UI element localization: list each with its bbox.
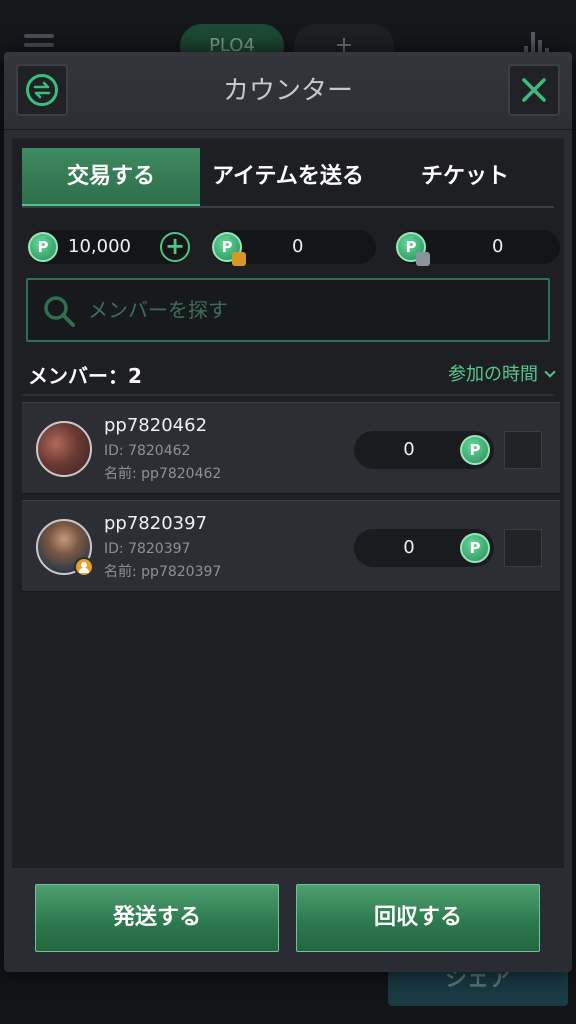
own-balance-pill: P 10,000 + bbox=[28, 230, 190, 264]
divider bbox=[22, 394, 554, 396]
dialog-footer: 発送する 回収する bbox=[4, 868, 572, 972]
collect-button[interactable]: 回収する bbox=[296, 884, 540, 952]
search-input[interactable] bbox=[88, 280, 528, 340]
member-checkbox[interactable] bbox=[504, 529, 542, 567]
screen: PLO4 + シェア カウンター 交易する アイテムを送る チケット P 10,… bbox=[0, 0, 576, 1024]
club-balance-pill: P 0 bbox=[396, 230, 560, 266]
amount-input[interactable]: 0 P bbox=[354, 431, 494, 469]
chevron-down-icon bbox=[544, 366, 556, 378]
agent-balance-pill: P 0 bbox=[212, 230, 376, 266]
close-button[interactable] bbox=[508, 64, 560, 116]
member-row[interactable]: pp7820397 ID: 7820397 名前: pp7820397 0 P bbox=[22, 500, 560, 592]
tab-tickets[interactable]: チケット bbox=[376, 148, 554, 206]
p-coin-club-icon: P bbox=[396, 232, 430, 266]
background-top-bar bbox=[0, 0, 576, 60]
amount-value: 0 bbox=[403, 439, 415, 460]
member-checkbox[interactable] bbox=[504, 431, 542, 469]
member-row[interactable]: pp7820462 ID: 7820462 名前: pp7820462 0 P bbox=[22, 402, 560, 494]
avatar bbox=[36, 421, 92, 477]
member-id: ID: 7820397 bbox=[104, 541, 191, 557]
search-icon bbox=[44, 296, 75, 327]
tab-trade[interactable]: 交易する bbox=[22, 148, 200, 206]
agent-balance-value: 0 bbox=[292, 236, 304, 257]
send-button[interactable]: 発送する bbox=[35, 884, 279, 952]
p-coin-agent-icon: P bbox=[212, 232, 246, 266]
p-coin-icon: P bbox=[460, 435, 490, 465]
p-coin-icon: P bbox=[28, 232, 58, 262]
member-id: ID: 7820462 bbox=[104, 443, 191, 459]
group-badge-icon bbox=[416, 252, 430, 266]
tab-bar: 交易する アイテムを送る チケット bbox=[22, 148, 554, 208]
swap-arrows-icon bbox=[26, 74, 58, 106]
member-username: pp7820462 bbox=[104, 415, 208, 436]
sort-dropdown[interactable]: 参加の時間 bbox=[448, 360, 556, 386]
sort-label: 参加の時間 bbox=[448, 364, 538, 385]
content-panel: 交易する アイテムを送る チケット P 10,000 + P 0 P 0 メンバ… bbox=[12, 138, 564, 868]
amount-value: 0 bbox=[403, 537, 415, 558]
own-balance-value: 10,000 bbox=[68, 236, 131, 257]
member-username: pp7820397 bbox=[104, 513, 208, 534]
dialog-header: カウンター bbox=[4, 52, 572, 130]
tab-send-items[interactable]: アイテムを送る bbox=[200, 148, 376, 206]
dialog-title: カウンター bbox=[222, 76, 353, 106]
hamburger-menu-icon bbox=[24, 34, 54, 52]
member-search-box[interactable] bbox=[26, 278, 550, 342]
host-badge-icon bbox=[74, 557, 94, 577]
add-chips-button[interactable]: + bbox=[160, 232, 190, 262]
members-count-label: メンバー：2 bbox=[28, 364, 142, 388]
amount-input[interactable]: 0 P bbox=[354, 529, 494, 567]
member-name: 名前: pp7820462 bbox=[104, 466, 222, 482]
swap-button[interactable] bbox=[16, 64, 68, 116]
member-name: 名前: pp7820397 bbox=[104, 564, 222, 580]
counter-dialog: カウンター 交易する アイテムを送る チケット P 10,000 + P 0 P… bbox=[4, 52, 572, 972]
p-coin-icon: P bbox=[460, 533, 490, 563]
balance-row: P 10,000 + P 0 P 0 bbox=[28, 228, 560, 266]
close-icon bbox=[522, 78, 546, 102]
person-badge-icon bbox=[232, 252, 246, 266]
club-balance-value: 0 bbox=[492, 236, 504, 257]
